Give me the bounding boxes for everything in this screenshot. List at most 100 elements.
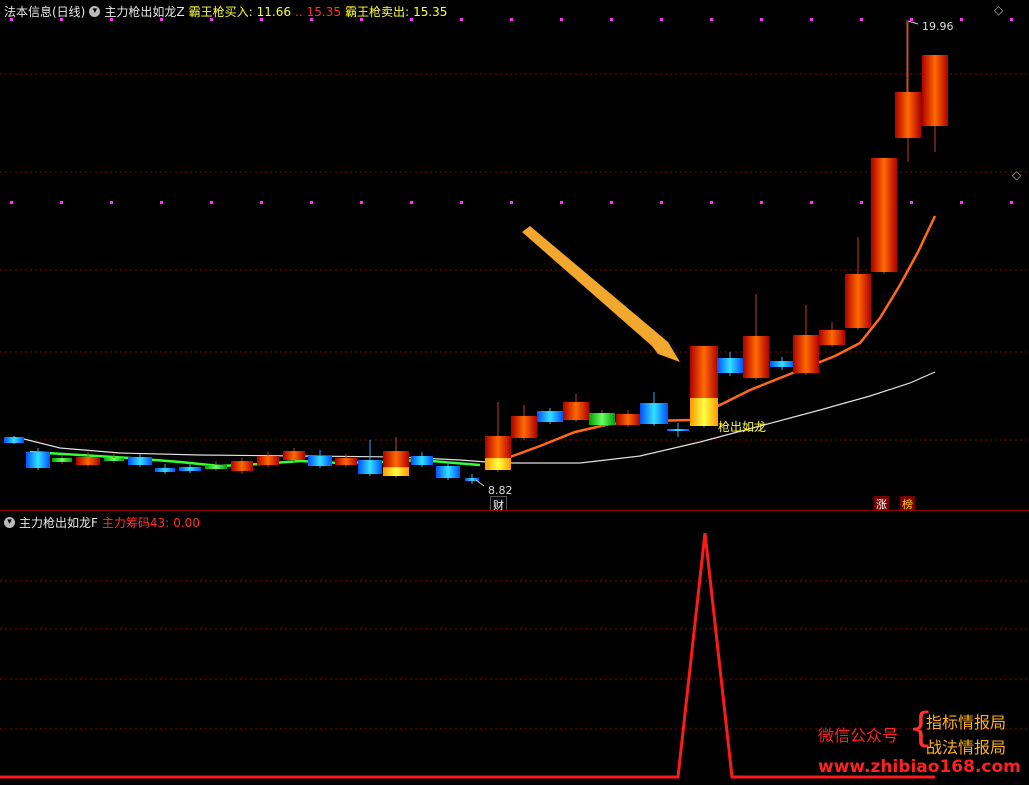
magenta-dot [810, 201, 813, 204]
magenta-dot [460, 18, 463, 21]
watermark-line1: 指标情报局 [926, 713, 1007, 732]
candle-body [717, 358, 743, 373]
magenta-dot [810, 18, 813, 21]
sub-title-bar: ▾ 主力枪出如龙F 主力筹码43: 0.00 [4, 514, 200, 531]
candle-signal-segment [383, 467, 409, 476]
magenta-dot [860, 18, 863, 21]
magenta-dot [560, 201, 563, 204]
ma-white-line [19, 371, 936, 464]
candle-body [793, 335, 819, 373]
magenta-dot [710, 18, 713, 21]
magenta-dot [610, 18, 613, 21]
candle-body [667, 429, 689, 431]
candles [4, 22, 948, 484]
magenta-dot [410, 201, 413, 204]
magenta-dot [910, 201, 913, 204]
magenta-dot [210, 201, 213, 204]
dots-mid [10, 201, 1013, 204]
buy-value2: 15.35 [306, 4, 342, 19]
magenta-dot [10, 201, 13, 204]
candle-body [743, 336, 769, 378]
magenta-dot [860, 201, 863, 204]
magenta-dot [510, 18, 513, 21]
main-chart-panel[interactable]: 法本信息(日线) ▾ 主力枪出如龙Z 霸王枪买入: 11.66 .. 15.35… [0, 0, 1029, 514]
candle-body [895, 92, 921, 138]
candle-body [845, 274, 871, 328]
candle-body [589, 413, 615, 425]
main-title-bar: 法本信息(日线) ▾ 主力枪出如龙Z 霸王枪买入: 11.66 .. 15.35… [4, 3, 447, 20]
candle-signal-segment [485, 458, 511, 470]
magenta-dot [260, 201, 263, 204]
magenta-dot [710, 201, 713, 204]
magenta-dot [110, 201, 113, 204]
candle-body [76, 457, 100, 465]
candle-body [770, 361, 794, 367]
candle-body [308, 456, 332, 466]
candle-body [231, 461, 253, 471]
sell-label: 霸王枪卖出: [345, 5, 410, 19]
candle-body [819, 330, 845, 345]
candle-body [52, 458, 72, 462]
magenta-dot [610, 201, 613, 204]
sub-series-value: 0.00 [173, 515, 200, 530]
magenta-dot [760, 18, 763, 21]
dropdown-icon[interactable]: ▾ [4, 517, 15, 528]
sub-indicator-name[interactable]: 主力枪出如龙F [19, 514, 98, 531]
candle-body [563, 402, 589, 420]
watermark-line2: 战法情报局 [926, 738, 1007, 757]
diamond-icon[interactable]: ◇ [994, 3, 1003, 17]
watermark-wechat: 微信公众号 [818, 726, 899, 745]
sub-red-line [0, 532, 935, 779]
dropdown-icon[interactable]: ▾ [89, 6, 101, 17]
candle-body [205, 465, 227, 469]
candle-body [537, 411, 563, 422]
magenta-dot [360, 201, 363, 204]
magenta-dot [160, 201, 163, 204]
magenta-dot [510, 201, 513, 204]
candle-body [155, 468, 175, 472]
magenta-dot [660, 201, 663, 204]
main-chart-svg[interactable] [0, 0, 1029, 510]
magenta-dot [960, 18, 963, 21]
diamond-icon[interactable]: ◇ [1012, 168, 1021, 182]
buy-value: 11.66 [256, 4, 292, 19]
magenta-dot [910, 18, 913, 21]
sub-series-label: 主力筹码43: [101, 516, 170, 530]
watermark-url: www.zhibiao168.com [818, 757, 1021, 777]
magenta-dot [60, 201, 63, 204]
magenta-dot [760, 201, 763, 204]
signal-label: 枪出如龙 [718, 420, 767, 434]
candle-body [411, 456, 433, 465]
candle-body [4, 437, 24, 443]
candle-body [616, 414, 640, 425]
candle-body [511, 416, 537, 438]
sub-grid [0, 580, 1029, 730]
candle-body [283, 451, 305, 460]
magenta-dot [560, 18, 563, 21]
magenta-dot [660, 18, 663, 21]
candle-body [179, 467, 201, 471]
candle-body [436, 466, 460, 478]
magenta-dot [1010, 18, 1013, 21]
candle-body [922, 55, 948, 126]
candle-body [640, 403, 668, 424]
stock-name: 法本信息(日线) [4, 5, 86, 19]
magenta-dot [310, 201, 313, 204]
magenta-dot [1010, 201, 1013, 204]
candle-signal-segment [690, 398, 718, 426]
candle-body [257, 456, 279, 465]
candle-body [26, 452, 50, 468]
candle-body [871, 158, 897, 272]
candle-body [104, 458, 124, 461]
candle-body [128, 457, 152, 465]
arrow-annotation [522, 226, 680, 362]
magenta-dot [960, 201, 963, 204]
candle-body [358, 460, 382, 474]
magenta-dot [460, 201, 463, 204]
indicator-name[interactable]: 主力枪出如龙Z [104, 3, 184, 20]
buy-label: 霸王枪买入: [188, 5, 253, 19]
buy-sep: .. [295, 4, 303, 19]
high-price-label: 19.96 [922, 20, 954, 33]
candle-body [335, 458, 357, 465]
sell-value: 15.35 [413, 4, 448, 19]
